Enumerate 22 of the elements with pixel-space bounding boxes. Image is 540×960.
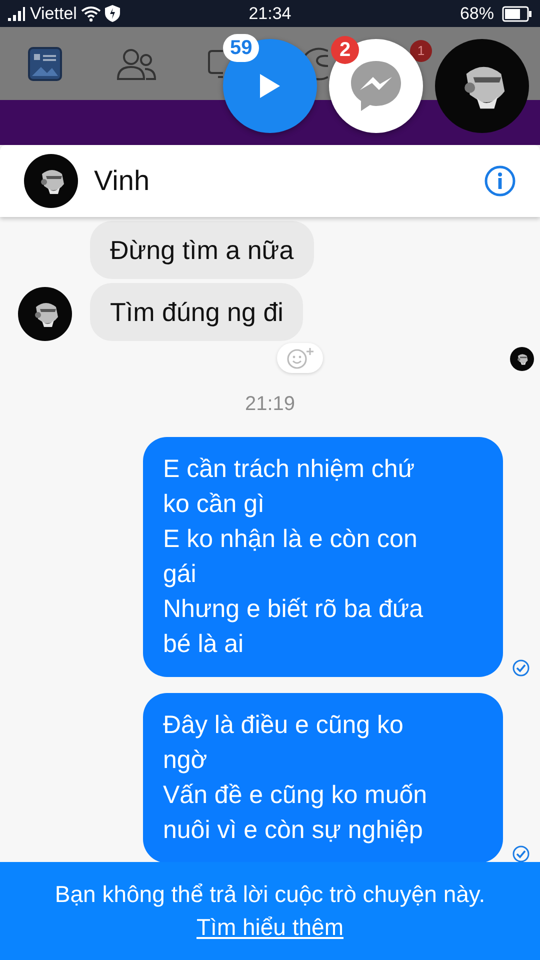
- wifi-icon: [80, 6, 101, 22]
- timestamp: 21:19: [244, 392, 296, 417]
- info-icon[interactable]: [484, 165, 516, 197]
- contact-name: Vinh: [94, 164, 151, 198]
- news-feed-icon[interactable]: [28, 46, 62, 80]
- signal-icon: [8, 6, 26, 20]
- battery-icon: [502, 6, 532, 22]
- battery-percent: 68%: [460, 2, 494, 25]
- clock: 21:34: [248, 2, 292, 25]
- messenger-icon: [349, 59, 403, 113]
- message-bubble: Đừng tìm a nữa: [90, 221, 314, 279]
- play-icon: [258, 72, 282, 100]
- message-bubble: Đây là điều e cũng ko ngờ Vấn đề e cũng ko muốn nuôi vì e còn sự nghiệp: [143, 693, 503, 862]
- message-bubble: E cần trách nhiệm chứ ko cần gì E ko nhận là e còn con gái Nhưng e biết rõ ba đứa bé là ai: [143, 437, 503, 677]
- sent-check-icon: [512, 845, 530, 862]
- message-bubble: Tìm đúng ng đi: [90, 283, 304, 341]
- learn-more-link[interactable]: Tìm hiểu thêm: [196, 911, 344, 944]
- shield-icon: [104, 5, 120, 22]
- sent-check-icon: [512, 659, 530, 677]
- carrier-name: Viettel: [30, 2, 77, 25]
- notice-text: Bạn không thể trả lời cuộc trò chuyện này.: [54, 880, 486, 909]
- friends-icon[interactable]: [116, 46, 156, 80]
